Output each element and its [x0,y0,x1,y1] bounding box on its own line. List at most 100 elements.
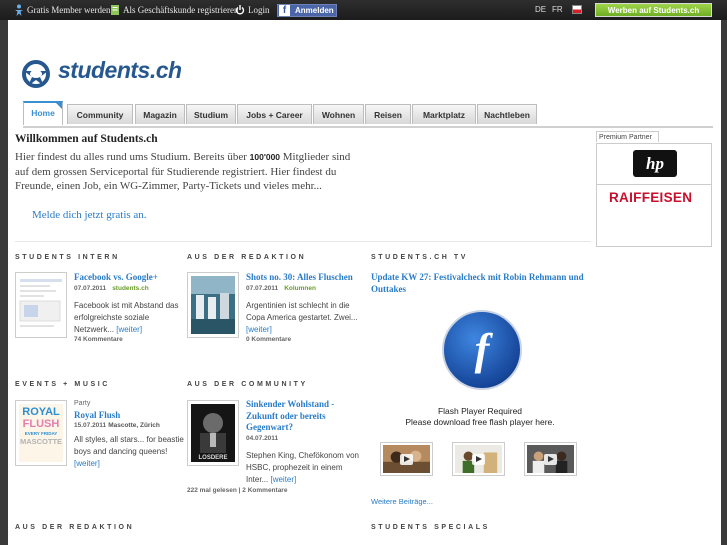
facebook-icon: f [279,5,290,16]
tab-nachtleben[interactable]: Nachtleben [477,104,537,124]
facebook-screenshot-image [19,279,62,327]
person-icon [15,4,23,16]
flash-letter: f [474,325,490,374]
poster-line-2: FLUSH [22,418,60,430]
facebook-label: Anmelden [295,6,334,15]
events-article-location: Mascotte, Zürich [108,422,160,429]
lang-fr[interactable]: FR [552,5,563,14]
movie-poster-image: LOSDERE [191,404,235,462]
intern-comments[interactable]: 74 Kommentare [74,336,123,343]
play-icon [400,454,413,465]
werben-button[interactable]: Werben auf Students.ch [595,3,712,17]
welcome-text-before: Hier findest du alles rund ums Studium. … [15,151,250,163]
premium-partner-label: Premium Partner [596,131,659,142]
raiffeisen-logo-box[interactable]: RAIFFEISEN [597,184,711,249]
section-title-community: AUS DER COMMUNITY [187,381,308,388]
intern-article-text: Facebook ist mit Abstand das erfolgreich… [74,300,182,336]
tab-home[interactable]: Home [23,101,63,125]
intern-thumbnail[interactable] [15,272,67,338]
redaktion-article-title[interactable]: Shots no. 30: Alles Fluschen [246,272,356,284]
raiffeisen-logo: RAIFFEISEN [609,190,693,205]
community-article-title[interactable]: Sinkender Wohlstand - Zukunft oder berei… [246,399,346,434]
page-content: students.ch Home Community Magazin Studi… [8,20,721,545]
video-thumbnail-2[interactable] [452,442,505,476]
video-thumbnail-3[interactable] [524,442,577,476]
events-article-meta: 15.07.2011 Mascotte, Zürich [74,422,160,429]
flag-icon[interactable] [572,5,582,14]
intern-more-link[interactable]: [weiter] [116,325,142,334]
power-icon [235,5,245,15]
events-thumbnail[interactable]: ROYAL FLUSH EVERY FRIDAY MASCOTTE [15,400,67,466]
member-label: Gratis Member werden [27,5,111,15]
signup-link[interactable]: Melde dich jetzt gratis an. [32,209,147,221]
document-icon [111,5,119,15]
redaktion-article-date: 07.07.2011 [246,285,279,292]
section-title-events: EVENTS + MUSIC [15,381,110,388]
lang-de[interactable]: DE [535,5,546,14]
events-article-summary: All styles, all stars... for beastie boy… [74,435,184,456]
redaktion-article-text: Argentinien ist schlecht in die Copa Ame… [246,300,358,336]
community-stats[interactable]: 222 mal gelesen | 2 Kommentare [187,487,287,494]
redaktion-thumbnail[interactable] [187,272,239,338]
logo-star-icon [22,60,50,88]
community-article-date: 04.07.2011 [246,435,279,442]
section-title-redaktion: AUS DER REDAKTION [187,254,307,261]
community-thumbnail[interactable]: LOSDERE [187,400,239,466]
tab-marktplatz[interactable]: Marktplatz [412,104,476,124]
premium-partner-box: hp RAIFFEISEN [596,143,712,247]
section-title-redaktion-2: AUS DER REDAKTION [15,524,135,531]
tab-magazin[interactable]: Magazin [135,104,185,124]
more-posts-link[interactable]: Weitere Beiträge... [371,497,433,506]
member-count: 100'000 [249,152,281,162]
intern-article-source[interactable]: students.ch [112,285,148,292]
facebook-login-button[interactable]: f Anmelden [277,4,337,17]
section-divider [15,241,591,242]
tab-jobs-career[interactable]: Jobs + Career [237,104,312,124]
redaktion-article-summary: Argentinien ist schlecht in die Copa Ame… [246,301,358,322]
events-more-link[interactable]: [weiter] [74,459,100,468]
main-navigation: Home Community Magazin Studium Jobs + Ca… [23,101,713,128]
logo[interactable]: students.ch [21,57,182,91]
flash-player-icon[interactable]: f [442,310,522,390]
logo-text: students.ch [58,57,182,83]
business-label: Als Geschäftskunde registrieren [123,5,239,15]
redaktion-more-link[interactable]: [weiter] [246,325,272,334]
poster-text: LOSDERE [198,455,227,461]
poster-line-4: MASCOTTE [19,437,63,446]
redaktion-article-source[interactable]: Kolumnen [284,285,316,292]
welcome-title: Willkommen auf Students.ch [15,133,158,145]
intern-article-date: 07.07.2011 [74,285,107,292]
events-article-text: All styles, all stars... for beastie boy… [74,434,186,470]
play-icon [472,454,485,465]
login-link[interactable]: Login [235,3,270,17]
flash-required-message[interactable]: Flash Player Required Please download fr… [371,406,589,428]
section-title-tv: STUDENTS.CH TV [371,254,469,261]
tab-community[interactable]: Community [67,104,133,124]
poster-line-1: ROYAL [22,406,60,418]
member-link[interactable]: Gratis Member werden [14,3,110,17]
community-article-summary: Stephen King, Chefökonom von HSBC, proph… [246,451,359,484]
section-title-intern: STUDENTS INTERN [15,254,120,261]
intern-article-title[interactable]: Facebook vs. Google+ [74,272,174,284]
login-label: Login [248,5,270,15]
video-thumbnail-1[interactable] [380,442,433,476]
flash-download-text: Please download free flash player here. [405,417,555,427]
poster-line-3: EVERY FRIDAY [24,431,58,436]
events-article-date: 15.07.2011 [74,422,107,429]
tab-studium[interactable]: Studium [186,104,236,124]
redaktion-comments[interactable]: 0 Kommentare [246,336,291,343]
welcome-text: Hier findest du alles rund ums Studium. … [15,150,365,194]
football-photo-image [191,276,235,334]
events-category: Party [74,400,91,407]
community-article-text: Stephen King, Chefökonom von HSBC, proph… [246,450,360,486]
business-link[interactable]: Als Geschäftskunde registrieren [110,3,238,17]
play-icon [544,454,557,465]
events-article-title[interactable]: Royal Flush [74,410,174,422]
section-title-specials: STUDENTS SPECIALS [371,524,490,531]
tab-reisen[interactable]: Reisen [365,104,411,124]
tv-article-title[interactable]: Update KW 27: Festivalcheck mit Robin Re… [371,272,589,295]
community-more-link[interactable]: [weiter] [270,475,296,484]
tab-wohnen[interactable]: Wohnen [313,104,364,124]
hp-logo[interactable]: hp [633,150,677,177]
intern-article-meta: 07.07.2011 students.ch [74,285,149,292]
